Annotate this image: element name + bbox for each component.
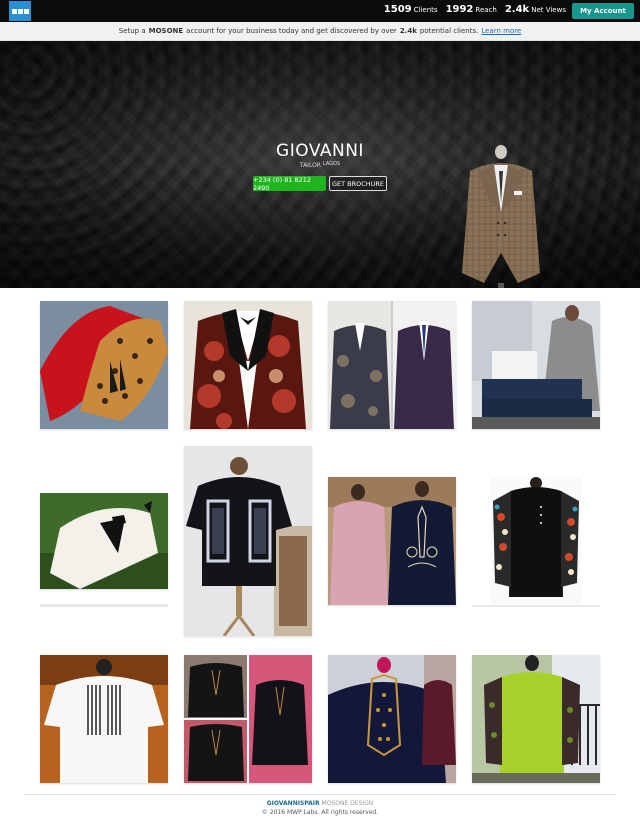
learn-more-link[interactable]: Learn more (481, 27, 521, 35)
agbada-image-icon (328, 655, 456, 783)
get-brochure-button[interactable]: GET BROCHURE (329, 176, 387, 191)
black-shirts-collage-photo[interactable] (184, 655, 312, 783)
patterned-sleeve-kaftan-photo[interactable] (491, 477, 581, 605)
brand-logo-icon[interactable] (9, 1, 31, 21)
kaftan-image-icon (328, 477, 456, 605)
footer-brand: GIOVANNISPAIR MOSONE DESIGN (266, 800, 374, 807)
shoe-image-icon (40, 301, 168, 429)
two-suits-photo[interactable] (328, 301, 456, 429)
tuxedo-image-icon (40, 493, 168, 589)
stat-net-views: 2.4k Net Views (504, 4, 566, 15)
top-navbar: 1509 Clients 1992 Reach 2.4k Net Views My A… (0, 0, 640, 22)
embroidered-kaftans-photo[interactable] (328, 477, 456, 605)
kaftan-image-icon (472, 655, 600, 783)
my-account-button[interactable]: My Account (572, 3, 634, 19)
suit-image (462, 145, 540, 288)
stat-clients: 1509 Clients (383, 4, 438, 15)
white-tuxedo-photo[interactable] (40, 493, 168, 589)
kaftan-image-icon (491, 477, 581, 605)
signup-notice: Setup a MOSONE account for your business… (0, 22, 640, 41)
jacket-image-icon (184, 301, 312, 429)
green-kaftan-photo[interactable] (472, 655, 600, 783)
footer-brand-link[interactable]: GIOVANNISPAIR (267, 800, 320, 807)
shirt-image-icon (40, 655, 168, 783)
leopard-loafers-photo[interactable] (40, 301, 168, 429)
shirt-image-icon (184, 446, 312, 636)
stat-reach: 1992 Reach (445, 4, 497, 15)
stats-group: 1509 Clients 1992 Reach 2.4k Net Views (384, 4, 566, 15)
business-category: TAILOR LAGOS (299, 161, 341, 169)
tailor-workshop-photo[interactable] (472, 301, 600, 429)
business-name: GIOVANNI (276, 141, 364, 161)
suit-image-icon (328, 301, 456, 429)
footer-copyright: © 2016 MWP Labs. All rights reserved. (261, 809, 379, 816)
striped-white-shirt-photo[interactable] (40, 655, 168, 783)
profile-hero: GIOVANNI TAILOR LAGOS +234 (0) 81 8212 2… (0, 41, 640, 288)
footer-divider (24, 794, 616, 795)
phone-button[interactable]: +234 (0) 81 8212 2490 (253, 176, 326, 192)
black-panel-shirt-photo[interactable] (184, 446, 312, 636)
sewing-image-icon (472, 301, 600, 429)
embroidered-agbada-photo[interactable] (328, 655, 456, 783)
floral-tuxedo-photo[interactable] (184, 301, 312, 429)
shirt-image-icon (184, 655, 312, 783)
